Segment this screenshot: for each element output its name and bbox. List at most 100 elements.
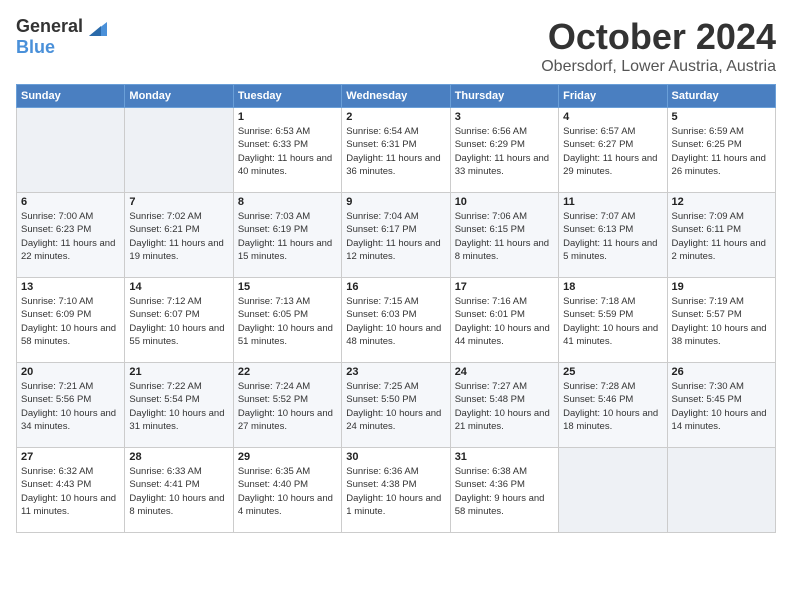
day-info: Sunrise: 6:35 AM Sunset: 4:40 PM Dayligh… xyxy=(238,465,337,518)
calendar-cell: 9 Sunrise: 7:04 AM Sunset: 6:17 PM Daylig… xyxy=(342,193,450,278)
day-info: Sunrise: 6:54 AM Sunset: 6:31 PM Dayligh… xyxy=(346,125,445,178)
day-number: 18 xyxy=(563,281,662,293)
calendar-table: SundayMondayTuesdayWednesdayThursdayFrid… xyxy=(16,84,776,533)
calendar-cell: 14 Sunrise: 7:12 AM Sunset: 6:07 PM Dayli… xyxy=(125,278,233,363)
day-info: Sunrise: 7:25 AM Sunset: 5:50 PM Dayligh… xyxy=(346,380,445,433)
calendar-cell: 8Sunrise: 7:03 AM Sunset: 6:19 PM Daylig… xyxy=(233,193,341,278)
day-info: Sunrise: 6:38 AM Sunset: 4:36 PM Dayligh… xyxy=(455,465,554,518)
calendar-cell xyxy=(125,108,233,193)
day-number: 24 xyxy=(455,366,554,378)
day-info: Sunrise: 6:32 AM Sunset: 4:43 PM Dayligh… xyxy=(21,465,120,518)
location: Obersdorf, Lower Austria, Austria xyxy=(541,58,776,76)
day-info: Sunrise: 7:04 AM Sunset: 6:17 PM Dayligh… xyxy=(346,210,445,263)
day-number: 28 xyxy=(129,451,228,463)
day-number: 27 xyxy=(21,451,120,463)
day-info: Sunrise: 7:13 AM Sunset: 6:05 PM Dayligh… xyxy=(238,295,337,348)
calendar-cell: 7Sunrise: 7:02 AM Sunset: 6:21 PM Daylig… xyxy=(125,193,233,278)
calendar-cell: 20 Sunrise: 7:21 AM Sunset: 5:56 PM Dayli… xyxy=(17,363,125,448)
weekday-header: Sunday xyxy=(17,85,125,108)
calendar-week-row: 27 Sunrise: 6:32 AM Sunset: 4:43 PM Dayli… xyxy=(17,448,776,533)
day-info: Sunrise: 7:15 AM Sunset: 6:03 PM Dayligh… xyxy=(346,295,445,348)
calendar-cell: 15 Sunrise: 7:13 AM Sunset: 6:05 PM Dayli… xyxy=(233,278,341,363)
weekday-header: Friday xyxy=(559,85,667,108)
day-number: 2 xyxy=(346,111,445,123)
day-number: 4 xyxy=(563,111,662,123)
day-number: 17 xyxy=(455,281,554,293)
calendar-cell: 6 Sunrise: 7:00 AM Sunset: 6:23 PM Daylig… xyxy=(17,193,125,278)
calendar-week-row: 13 Sunrise: 7:10 AM Sunset: 6:09 PM Dayli… xyxy=(17,278,776,363)
calendar-cell: 21Sunrise: 7:22 AM Sunset: 5:54 PM Dayli… xyxy=(125,363,233,448)
calendar-header-row: SundayMondayTuesdayWednesdayThursdayFrid… xyxy=(17,85,776,108)
day-number: 10 xyxy=(455,196,554,208)
day-number: 3 xyxy=(455,111,554,123)
day-info: Sunrise: 7:24 AM Sunset: 5:52 PM Dayligh… xyxy=(238,380,337,433)
day-info: Sunrise: 7:16 AM Sunset: 6:01 PM Dayligh… xyxy=(455,295,554,348)
day-info: Sunrise: 7:06 AM Sunset: 6:15 PM Dayligh… xyxy=(455,210,554,263)
day-info: Sunrise: 7:00 AM Sunset: 6:23 PM Dayligh… xyxy=(21,210,120,263)
day-number: 15 xyxy=(238,281,337,293)
day-info: Sunrise: 7:18 AM Sunset: 5:59 PM Dayligh… xyxy=(563,295,662,348)
day-number: 1 xyxy=(238,111,337,123)
day-number: 16 xyxy=(346,281,445,293)
calendar-cell: 10 Sunrise: 7:06 AM Sunset: 6:15 PM Dayli… xyxy=(450,193,558,278)
day-number: 11 xyxy=(563,196,662,208)
title-area: October 2024 Obersdorf, Lower Austria, A… xyxy=(541,16,776,76)
day-info: Sunrise: 7:10 AM Sunset: 6:09 PM Dayligh… xyxy=(21,295,120,348)
calendar-cell: 11Sunrise: 7:07 AM Sunset: 6:13 PM Dayli… xyxy=(559,193,667,278)
calendar-cell: 28Sunrise: 6:33 AM Sunset: 4:41 PM Dayli… xyxy=(125,448,233,533)
calendar-cell: 13 Sunrise: 7:10 AM Sunset: 6:09 PM Dayli… xyxy=(17,278,125,363)
calendar-week-row: 6 Sunrise: 7:00 AM Sunset: 6:23 PM Daylig… xyxy=(17,193,776,278)
day-number: 5 xyxy=(672,111,771,123)
day-info: Sunrise: 6:56 AM Sunset: 6:29 PM Dayligh… xyxy=(455,125,554,178)
day-number: 22 xyxy=(238,366,337,378)
calendar-cell: 19 Sunrise: 7:19 AM Sunset: 5:57 PM Dayli… xyxy=(667,278,775,363)
day-info: Sunrise: 7:27 AM Sunset: 5:48 PM Dayligh… xyxy=(455,380,554,433)
day-info: Sunrise: 7:28 AM Sunset: 5:46 PM Dayligh… xyxy=(563,380,662,433)
day-info: Sunrise: 6:57 AM Sunset: 6:27 PM Dayligh… xyxy=(563,125,662,178)
day-number: 9 xyxy=(346,196,445,208)
day-info: Sunrise: 7:12 AM Sunset: 6:07 PM Dayligh… xyxy=(129,295,228,348)
day-number: 23 xyxy=(346,366,445,378)
day-number: 25 xyxy=(563,366,662,378)
calendar-cell: 18 Sunrise: 7:18 AM Sunset: 5:59 PM Dayli… xyxy=(559,278,667,363)
calendar-cell: 17 Sunrise: 7:16 AM Sunset: 6:01 PM Dayli… xyxy=(450,278,558,363)
page-header: General Blue October 2024 Obersdorf, Low… xyxy=(16,16,776,76)
weekday-header: Saturday xyxy=(667,85,775,108)
calendar-cell: 25 Sunrise: 7:28 AM Sunset: 5:46 PM Dayli… xyxy=(559,363,667,448)
day-info: Sunrise: 6:53 AM Sunset: 6:33 PM Dayligh… xyxy=(238,125,337,178)
day-info: Sunrise: 6:36 AM Sunset: 4:38 PM Dayligh… xyxy=(346,465,445,518)
day-number: 7 xyxy=(129,196,228,208)
day-info: Sunrise: 7:03 AM Sunset: 6:19 PM Dayligh… xyxy=(238,210,337,263)
day-number: 13 xyxy=(21,281,120,293)
day-number: 19 xyxy=(672,281,771,293)
day-info: Sunrise: 7:22 AM Sunset: 5:54 PM Dayligh… xyxy=(129,380,228,433)
calendar-week-row: 1 Sunrise: 6:53 AM Sunset: 6:33 PM Daylig… xyxy=(17,108,776,193)
calendar-cell xyxy=(559,448,667,533)
day-info: Sunrise: 6:59 AM Sunset: 6:25 PM Dayligh… xyxy=(672,125,771,178)
day-number: 20 xyxy=(21,366,120,378)
logo-icon xyxy=(85,18,107,36)
calendar-cell: 23 Sunrise: 7:25 AM Sunset: 5:50 PM Dayli… xyxy=(342,363,450,448)
day-info: Sunrise: 7:21 AM Sunset: 5:56 PM Dayligh… xyxy=(21,380,120,433)
calendar-cell: 30Sunrise: 6:36 AM Sunset: 4:38 PM Dayli… xyxy=(342,448,450,533)
logo-general: General xyxy=(16,16,83,37)
calendar-cell xyxy=(17,108,125,193)
calendar-cell: 3 Sunrise: 6:56 AM Sunset: 6:29 PM Daylig… xyxy=(450,108,558,193)
day-number: 6 xyxy=(21,196,120,208)
calendar-cell: 29Sunrise: 6:35 AM Sunset: 4:40 PM Dayli… xyxy=(233,448,341,533)
day-number: 14 xyxy=(129,281,228,293)
day-number: 26 xyxy=(672,366,771,378)
day-info: Sunrise: 7:09 AM Sunset: 6:11 PM Dayligh… xyxy=(672,210,771,263)
logo: General Blue xyxy=(16,16,107,58)
calendar-cell: 31 Sunrise: 6:38 AM Sunset: 4:36 PM Dayli… xyxy=(450,448,558,533)
weekday-header: Tuesday xyxy=(233,85,341,108)
calendar-cell: 26Sunrise: 7:30 AM Sunset: 5:45 PM Dayli… xyxy=(667,363,775,448)
logo-blue: Blue xyxy=(16,37,55,57)
calendar-cell: 24 Sunrise: 7:27 AM Sunset: 5:48 PM Dayli… xyxy=(450,363,558,448)
day-info: Sunrise: 7:19 AM Sunset: 5:57 PM Dayligh… xyxy=(672,295,771,348)
weekday-header: Monday xyxy=(125,85,233,108)
calendar-cell: 5 Sunrise: 6:59 AM Sunset: 6:25 PM Daylig… xyxy=(667,108,775,193)
calendar-cell xyxy=(667,448,775,533)
day-number: 31 xyxy=(455,451,554,463)
calendar-cell: 16 Sunrise: 7:15 AM Sunset: 6:03 PM Dayli… xyxy=(342,278,450,363)
